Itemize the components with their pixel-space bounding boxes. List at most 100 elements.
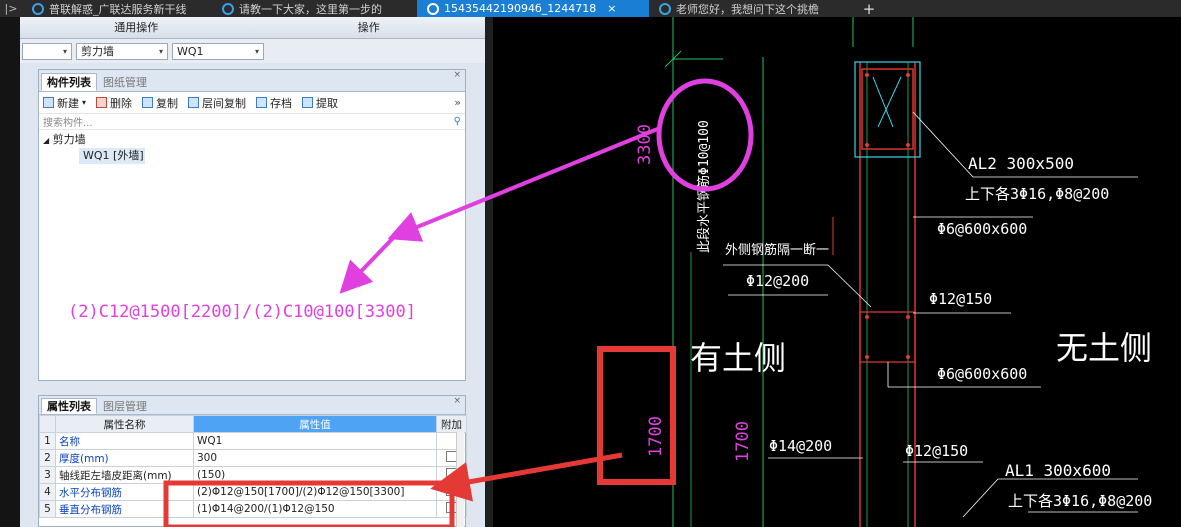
cad-label-phi6-top: Φ6@600x600 <box>937 220 1028 238</box>
browser-tab-icon <box>32 2 44 15</box>
delete-button[interactable]: 删除 <box>96 95 132 111</box>
cad-dim-3300: 3300 <box>635 124 655 165</box>
tree-group[interactable]: ◢ 剪力墙 <box>43 132 461 148</box>
row-name: 水平分布钢筋 <box>55 483 194 501</box>
row-value[interactable]: 300 <box>193 449 437 467</box>
window-divider <box>485 17 493 527</box>
chevron-down-icon: ▾ <box>62 46 67 56</box>
cad-label-al1: AL1 300x600 <box>1005 461 1111 480</box>
row-value[interactable]: WQ1 <box>193 432 437 450</box>
cad-label-phi14: Φ14@200 <box>769 437 833 455</box>
row-num: 2 <box>39 449 56 467</box>
table-row[interactable]: 3 轴线距左墙皮距离(mm) (150) <box>39 466 467 484</box>
row-num: 4 <box>39 483 56 501</box>
screenshot-root: |> 普联解惑_广联达服务新干线 请教一下大家，这里第一步的 154354421… <box>0 0 1181 527</box>
delete-icon <box>96 97 108 108</box>
component-search[interactable]: 搜索构件... ⚲ <box>39 114 465 130</box>
row-name: 垂直分布钢筋 <box>55 500 194 518</box>
tree-item-wq1[interactable]: WQ1 [外墙] <box>79 148 145 164</box>
cad-label-phi12-150-b: Φ12@150 <box>905 442 969 460</box>
browser-tab-label: 1543544219094б_1244718 <box>444 2 597 15</box>
row-num: 5 <box>39 500 56 518</box>
search-input[interactable]: 搜索构件... <box>43 114 93 129</box>
browser-tab-icon <box>427 2 439 15</box>
floor-select[interactable]: ▾ <box>22 42 72 60</box>
cad-dim-1700-right: 1700 <box>733 421 753 462</box>
left-edge <box>0 17 20 527</box>
menu-group-general[interactable]: 通用操作 <box>20 17 253 38</box>
search-icon[interactable]: ⚲ <box>454 116 461 127</box>
cad-label-outer: 外侧钢筋隔一断一 <box>725 243 830 258</box>
collapse-icon[interactable]: ◢ <box>43 136 49 145</box>
menu-group-ops[interactable]: 操作 <box>253 17 486 38</box>
chevron-down-icon: ▾ <box>254 46 259 56</box>
row-name: 厚度(mm) <box>55 449 194 467</box>
archive-button[interactable]: 存档 <box>256 95 292 111</box>
tab-property-list[interactable]: 属性列表 <box>41 398 97 414</box>
table-row[interactable]: 4 水平分布钢筋 (2)Φ12@150[1700]/(2)Φ12@150[330… <box>39 483 467 501</box>
cad-label-phi12-150-a: Φ12@150 <box>929 290 993 308</box>
new-tab-button[interactable]: + <box>854 2 884 17</box>
browser-tab-icon <box>659 2 671 15</box>
close-tab-icon[interactable]: × <box>607 2 616 15</box>
row-value[interactable]: (2)Φ12@150[1700]/(2)Φ12@150[3300] <box>193 483 437 501</box>
component-select[interactable]: WQ1 ▾ <box>172 42 264 60</box>
table-row[interactable]: 2 厚度(mm) 300 <box>39 449 467 467</box>
cad-label-phi6-bot: Φ6@600x600 <box>937 365 1028 383</box>
new-button[interactable]: 新建 ▾ <box>43 95 86 111</box>
browser-tab[interactable]: 请教一下大家，这里第一步的 <box>212 0 417 17</box>
browser-tab-active[interactable]: 1543544219094б_1244718 × <box>417 0 649 17</box>
category-select-value: 剪力墙 <box>81 45 114 58</box>
cad-linework <box>664 17 1138 527</box>
row-num: 1 <box>39 432 56 450</box>
header-num <box>39 415 56 433</box>
extract-icon <box>302 97 314 108</box>
combo-row: ▾ 剪力墙 ▾ WQ1 ▾ <box>20 39 485 63</box>
row-value[interactable]: (150) <box>193 466 437 484</box>
menu-header: 通用操作 操作 <box>20 17 485 39</box>
panel-tabs: 构件列表 图纸管理 × <box>39 70 465 92</box>
tab-component-list[interactable]: 构件列表 <box>41 73 97 91</box>
browser-tab-label: 请教一下大家，这里第一步的 <box>239 2 382 16</box>
category-select[interactable]: 剪力墙 ▾ <box>76 42 168 60</box>
browser-tab-bar: |> 普联解惑_广联达服务新干线 请教一下大家，这里第一步的 154354421… <box>0 0 1181 17</box>
row-name: 名称 <box>55 432 194 450</box>
property-table: 属性名称 属性值 附加 1 名称 WQ1 2 厚度(mm) 300 3 轴线距左… <box>39 415 467 518</box>
tab-drawing-management[interactable]: 图纸管理 <box>97 73 153 91</box>
browser-tab-label: 老师您好，我想问下这个挑檐 <box>676 2 819 16</box>
panel-tabs: 属性列表 图层管理 × <box>39 396 465 415</box>
cad-label-no-soil-side: 无土侧 <box>1056 329 1153 367</box>
forward-icon[interactable]: |> <box>0 0 22 17</box>
annotation-magenta-text: (2)C12@1500[2200]/(2)C10@100[3300] <box>68 302 416 322</box>
cad-label-al1-rebar: 上下各3Φ16,Φ8@200 <box>1008 492 1153 510</box>
component-list-panel: 构件列表 图纸管理 × 新建 ▾ 删除 复制 层间复制 存档 提取 » 搜索构件.… <box>38 69 466 381</box>
extract-button[interactable]: 提取 <box>302 95 338 111</box>
property-scrollbar[interactable] <box>456 432 464 527</box>
cad-vertical-note: 此段水平钢筋Φ10@100 <box>697 120 712 253</box>
floor-copy-button[interactable]: 层间复制 <box>188 95 246 111</box>
more-icon[interactable]: » <box>454 96 461 109</box>
row-value[interactable]: (1)Φ14@200/(1)Φ12@150 <box>193 500 437 518</box>
tab-layer-management[interactable]: 图层管理 <box>97 398 153 414</box>
new-icon <box>43 97 54 108</box>
table-row[interactable]: 1 名称 WQ1 <box>39 432 467 450</box>
header-extra: 附加 <box>436 415 467 433</box>
browser-tab[interactable]: 老师您好，我想问下这个挑檐 <box>649 0 854 17</box>
browser-tab-label: 普联解惑_广联达服务新干线 <box>49 2 187 16</box>
cad-dim-1700-left: 1700 <box>646 416 666 457</box>
cad-label-soil-side: 有土侧 <box>690 339 787 377</box>
header-name: 属性名称 <box>55 415 194 433</box>
copy-button[interactable]: 复制 <box>142 95 178 111</box>
close-icon[interactable]: × <box>453 70 461 80</box>
cad-drawing: AL2 300x500 上下各3Φ16,Φ8@200 Φ6@600x600 外侧… <box>493 17 1181 527</box>
cad-label-al2-rebar: 上下各3Φ16,Φ8@200 <box>965 185 1110 203</box>
copy-icon <box>142 97 154 108</box>
browser-tab[interactable]: 普联解惑_广联达服务新干线 <box>22 0 212 17</box>
table-row[interactable]: 5 垂直分布钢筋 (1)Φ14@200/(1)Φ12@150 <box>39 500 467 518</box>
archive-icon <box>256 97 268 108</box>
app-window: 通用操作 操作 ▾ 剪力墙 ▾ WQ1 ▾ 构件列表 图纸管理 × 新建 ▾ 删除 <box>20 17 485 527</box>
cad-label-phi12-200: Φ12@200 <box>746 272 810 290</box>
cad-label-al2: AL2 300x500 <box>968 154 1074 173</box>
close-icon[interactable]: × <box>453 396 461 406</box>
row-name: 轴线距左墙皮距离(mm) <box>55 466 194 484</box>
